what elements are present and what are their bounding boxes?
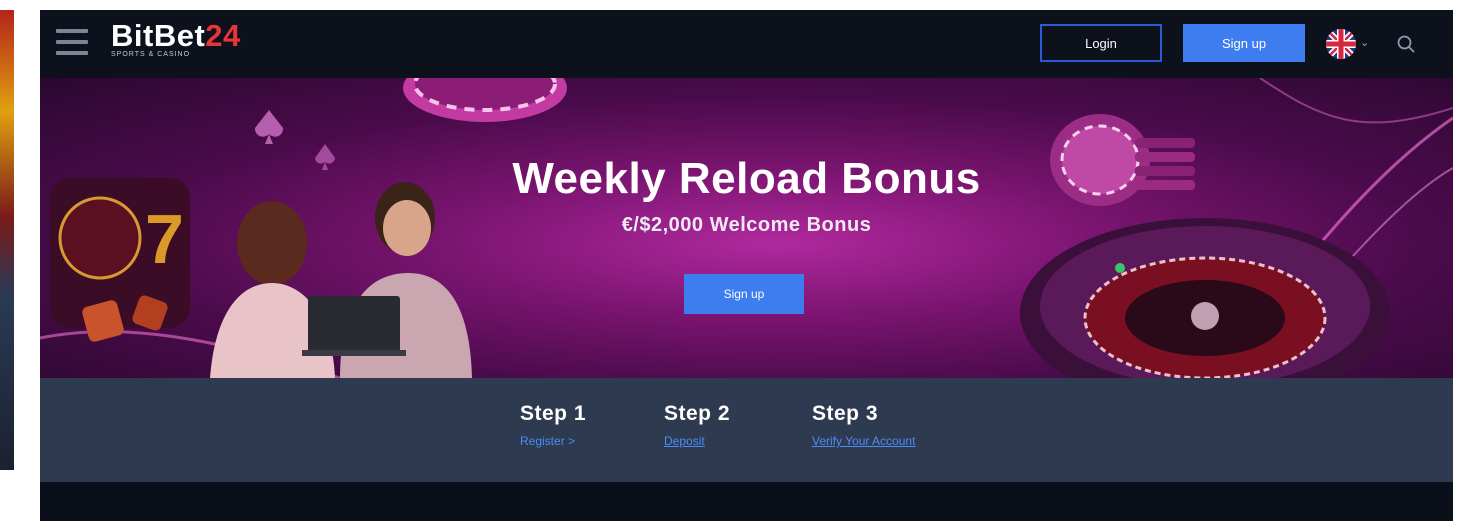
page-content-area xyxy=(40,482,1453,521)
chevron-down-icon[interactable]: ⌄ xyxy=(1360,36,1369,49)
top-navigation-bar: BitBet24 SPORTS & CASINO Login Sign up ⌄ xyxy=(40,10,1453,78)
menu-icon[interactable] xyxy=(56,29,88,57)
search-icon[interactable] xyxy=(1396,34,1416,54)
site-logo[interactable]: BitBet24 SPORTS & CASINO xyxy=(111,18,241,59)
background-casino-strip xyxy=(0,10,14,470)
page-gutter-right xyxy=(1453,10,1467,521)
step-title: Step 3 xyxy=(812,402,879,425)
banner-title: Weekly Reload Bonus xyxy=(512,154,981,203)
signup-steps-bar: Step 1 Register > Step 2 Deposit Step 3 … xyxy=(40,378,1453,482)
banner-signup-button[interactable]: Sign up xyxy=(684,274,804,314)
signup-button[interactable]: Sign up xyxy=(1183,24,1305,62)
step-2: Step 2 Deposit xyxy=(664,402,730,448)
logo-text: BitBet xyxy=(111,18,206,53)
step-1: Step 1 Register > xyxy=(520,402,586,448)
verify-account-link[interactable]: Verify Your Account xyxy=(812,434,915,448)
deposit-link[interactable]: Deposit xyxy=(664,434,730,448)
step-3: Step 3 Verify Your Account xyxy=(812,402,915,448)
uk-flag-icon[interactable] xyxy=(1326,29,1356,59)
page-gutter xyxy=(0,470,14,521)
step-title: Step 1 xyxy=(520,402,587,425)
register-link[interactable]: Register > xyxy=(520,434,586,448)
banner-subtitle: €/$2,000 Welcome Bonus xyxy=(621,214,872,236)
svg-text:7: 7 xyxy=(145,200,184,278)
promo-banner: 7 Weekly Reload Bonus €/$2,000 Welcome B… xyxy=(40,78,1453,378)
login-button[interactable]: Login xyxy=(1040,24,1162,62)
step-title: Step 2 xyxy=(664,402,731,425)
logo-number: 24 xyxy=(205,18,241,53)
site-container: BitBet24 SPORTS & CASINO Login Sign up ⌄ xyxy=(40,10,1453,521)
